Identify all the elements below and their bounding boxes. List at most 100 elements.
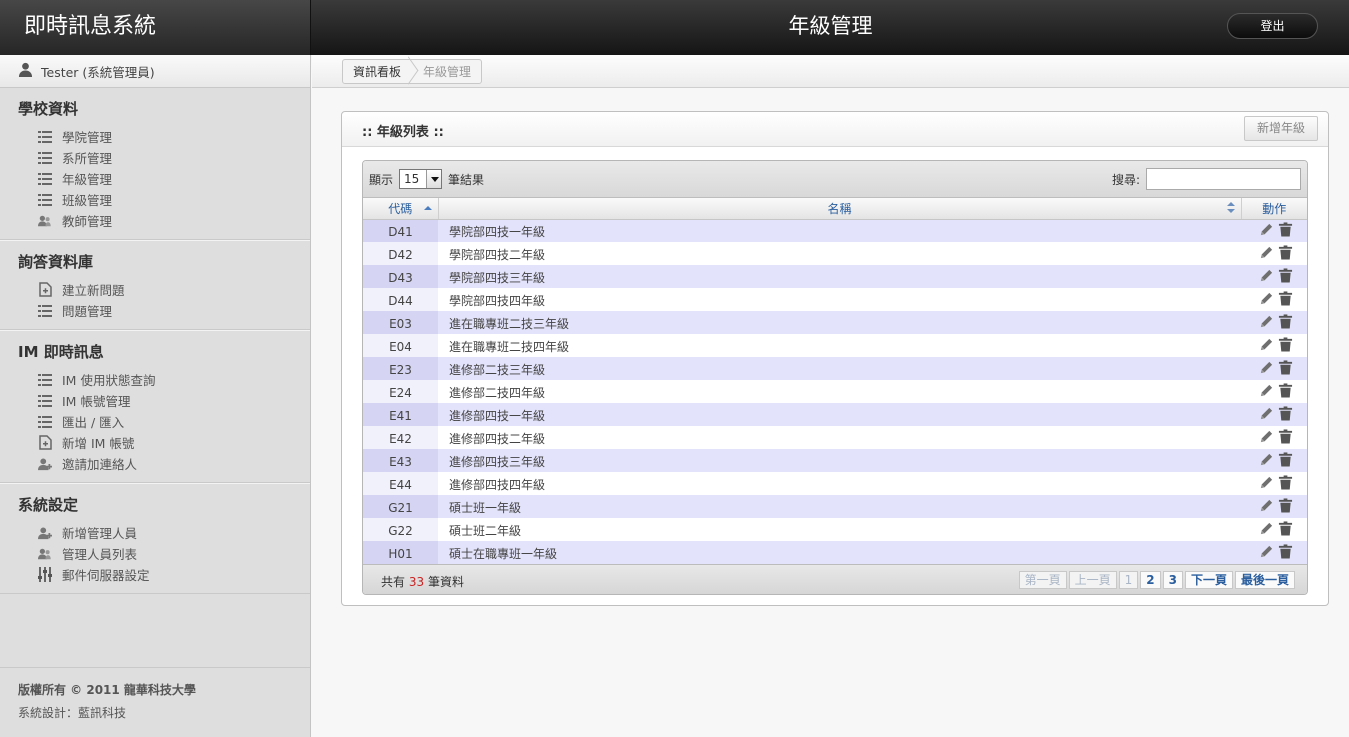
app-title: 即時訊息系統 [0, 0, 311, 55]
last-page-button[interactable]: 最後一頁 [1234, 571, 1295, 589]
cell-code: G21 [363, 495, 438, 518]
edit-pencil-icon[interactable] [1259, 429, 1274, 447]
sidebar-item[interactable]: 建立新問題 [0, 279, 310, 300]
logout-button[interactable]: 登出 [1227, 13, 1318, 39]
cell-actions [1241, 472, 1307, 495]
nav-group-title: 詢答資料庫 [18, 253, 94, 271]
list-icon [38, 394, 52, 408]
page-button-3[interactable]: 3 [1162, 571, 1183, 589]
delete-trash-icon[interactable] [1278, 382, 1293, 401]
cell-code: D44 [363, 288, 438, 311]
sidebar-item[interactable]: 新增 IM 帳號 [0, 432, 310, 453]
delete-trash-icon[interactable] [1278, 428, 1293, 447]
page-size-select[interactable]: 15 [399, 169, 443, 189]
delete-trash-icon[interactable] [1278, 474, 1293, 493]
delete-trash-icon[interactable] [1278, 336, 1293, 355]
breadcrumb-current: 年級管理 [423, 65, 472, 79]
column-header-code[interactable]: 代碼 [363, 198, 439, 220]
delete-trash-icon[interactable] [1278, 543, 1293, 562]
delete-trash-icon[interactable] [1278, 405, 1293, 424]
delete-trash-icon[interactable] [1278, 244, 1293, 263]
list-icon [38, 151, 52, 165]
table-row: E24 進修部二技四年級 [363, 380, 1307, 403]
breadcrumb-separator [409, 59, 419, 84]
cell-code: E04 [363, 334, 438, 357]
cell-code: E42 [363, 426, 438, 449]
user-bar: Tester (系統管理員) [0, 55, 310, 88]
prev-page-button[interactable]: 上一頁 [1068, 571, 1117, 589]
next-page-button[interactable]: 下一頁 [1184, 571, 1233, 589]
delete-trash-icon[interactable] [1278, 222, 1293, 240]
edit-pencil-icon[interactable] [1259, 291, 1274, 309]
edit-pencil-icon[interactable] [1259, 268, 1274, 286]
cell-actions [1241, 357, 1307, 380]
sidebar-item[interactable]: 管理人員列表 [0, 543, 310, 564]
grade-list-panel: :: 年級列表 :: 新增年級 顯示 15 筆結果 搜尋: 代碼 名稱 動作 D… [341, 111, 1329, 606]
sidebar-item[interactable]: 年級管理 [0, 168, 310, 189]
sidebar-item[interactable]: 新增管理人員 [0, 522, 310, 543]
sidebar-item-label: 學院管理 [62, 130, 113, 145]
edit-pencil-icon[interactable] [1259, 314, 1274, 332]
nav-group-title: IM 即時訊息 [18, 343, 104, 361]
add-grade-button[interactable]: 新增年級 [1244, 116, 1318, 141]
table-row: E23 進修部二技三年級 [363, 357, 1307, 380]
sidebar-item[interactable]: 問題管理 [0, 300, 310, 321]
sidebar-nav: 學校資料學院管理系所管理年級管理班級管理 教師管理詢答資料庫建立新問題問題管理 IM… [0, 88, 310, 594]
sidebar-item[interactable]: 教師管理 [0, 210, 310, 231]
cell-code: D42 [363, 242, 438, 265]
data-table-wrapper: 顯示 15 筆結果 搜尋: 代碼 名稱 動作 D41 學院部四技一年級 D42 … [362, 160, 1308, 595]
grade-table: 代碼 名稱 動作 D41 學院部四技一年級 D42 學院部四技二年級 D43 學院部四技三… [363, 198, 1307, 564]
sidebar-item-label: 建立新問題 [62, 283, 125, 298]
sidebar-item[interactable]: IM 帳號管理 [0, 390, 310, 411]
delete-trash-icon[interactable] [1278, 313, 1293, 332]
column-header-name[interactable]: 名稱 [438, 198, 1242, 220]
edit-pencil-icon[interactable] [1259, 475, 1274, 493]
edit-pencil-icon[interactable] [1259, 544, 1274, 562]
top-bar: 即時訊息系統 年級管理 登出 [0, 0, 1349, 55]
delete-trash-icon[interactable] [1278, 451, 1293, 470]
edit-pencil-icon[interactable] [1259, 452, 1274, 470]
search-control: 搜尋: [1112, 168, 1301, 190]
edit-pencil-icon[interactable] [1259, 222, 1274, 240]
add-user-icon [38, 457, 52, 471]
page-size-value: 15 [404, 172, 420, 186]
sidebar-item[interactable]: 學院管理 [0, 126, 310, 147]
table-row: D41 學院部四技一年級 [363, 219, 1307, 242]
sidebar-item[interactable]: 邀請加連絡人 [0, 453, 310, 474]
sidebar-item[interactable]: 郵件伺服器設定 [0, 564, 310, 585]
sidebar-item[interactable]: IM 使用狀態查詢 [0, 369, 310, 390]
cell-name: 學院部四技二年級 [438, 242, 1241, 265]
sidebar-item-label: 年級管理 [62, 172, 113, 187]
edit-pencil-icon[interactable] [1259, 245, 1274, 263]
page-button-1[interactable]: 1 [1118, 571, 1139, 589]
pagination: 第一頁 上一頁 1 2 3 下一頁 最後一頁 [1017, 571, 1295, 589]
delete-trash-icon[interactable] [1278, 290, 1293, 309]
cell-actions [1241, 265, 1307, 288]
cell-actions [1241, 426, 1307, 449]
delete-trash-icon[interactable] [1278, 497, 1293, 516]
cell-actions [1241, 403, 1307, 426]
delete-trash-icon[interactable] [1278, 359, 1293, 378]
delete-trash-icon[interactable] [1278, 267, 1293, 286]
edit-pencil-icon[interactable] [1259, 383, 1274, 401]
delete-trash-icon[interactable] [1278, 520, 1293, 539]
cell-code: E41 [363, 403, 438, 426]
copyright-text: 版權所有 © 2011 龍華科技大學 [18, 683, 196, 697]
column-code-label: 代碼 [388, 201, 413, 216]
edit-pencil-icon[interactable] [1259, 360, 1274, 378]
nav-group-title: 學校資料 [18, 100, 79, 118]
edit-pencil-icon[interactable] [1259, 498, 1274, 516]
sidebar-item[interactable]: 班級管理 [0, 189, 310, 210]
edit-pencil-icon[interactable] [1259, 406, 1274, 424]
sidebar-item[interactable]: 匯出 / 匯入 [0, 411, 310, 432]
sidebar-item[interactable]: 系所管理 [0, 147, 310, 168]
search-input[interactable] [1146, 168, 1301, 190]
edit-pencil-icon[interactable] [1259, 521, 1274, 539]
cell-actions [1241, 541, 1307, 564]
table-row: G21 碩士班一年級 [363, 495, 1307, 518]
cell-code: E24 [363, 380, 438, 403]
cell-name: 進修部四技一年級 [438, 403, 1241, 426]
edit-pencil-icon[interactable] [1259, 337, 1274, 355]
first-page-button[interactable]: 第一頁 [1018, 571, 1067, 589]
page-button-2[interactable]: 2 [1140, 571, 1161, 589]
